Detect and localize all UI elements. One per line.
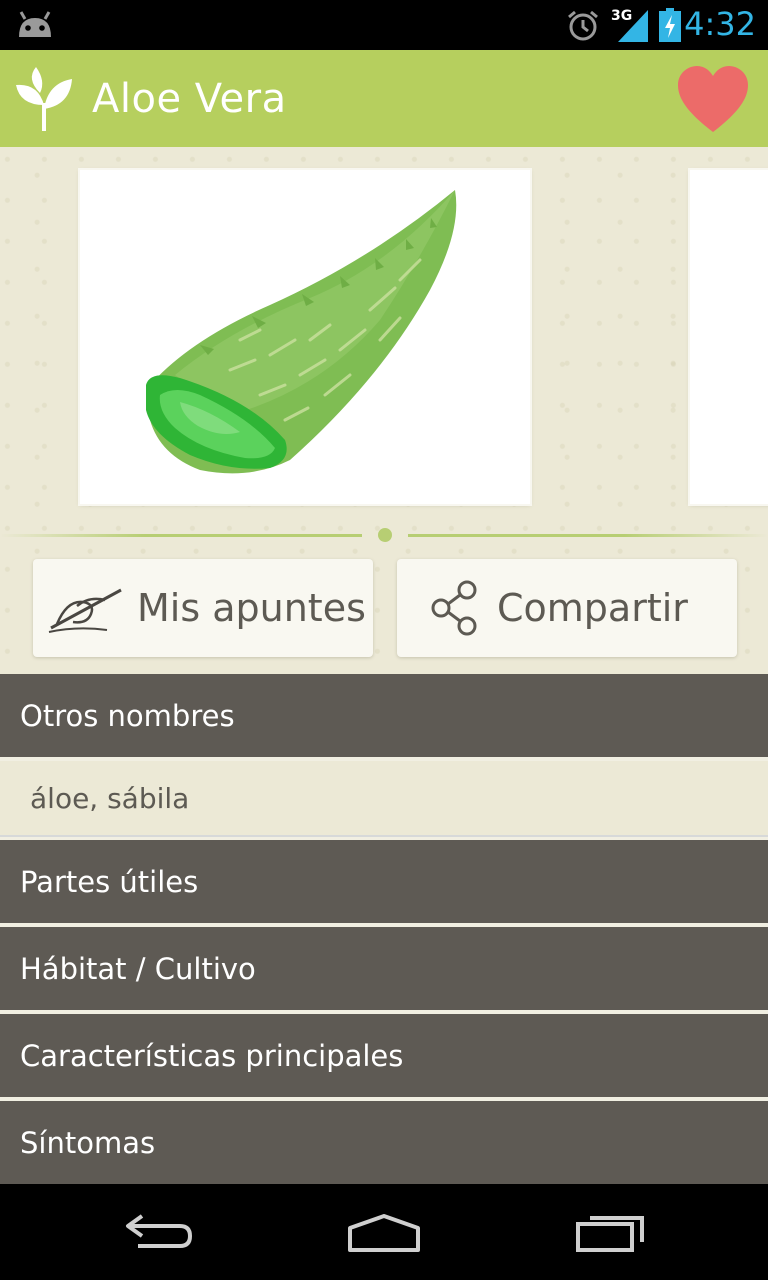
back-icon[interactable] [124,1210,196,1254]
aloe-vera-leaf-image [146,190,457,474]
section-label: Características principales [20,1038,404,1073]
screen: 3G 4:32 Aloe Vera Mis apuntes Compartir … [0,0,768,1280]
battery-charging-icon [659,8,681,42]
section-caracteristicas[interactable]: Características principales [0,1014,768,1097]
section-content-text: áloe, sábila [30,781,190,815]
action-bar: Aloe Vera [0,50,768,147]
plant-image-card[interactable] [80,170,530,504]
pager-line-left [0,534,362,537]
section-label: Partes útiles [20,864,199,899]
section-sintomas[interactable]: Síntomas [0,1101,768,1184]
section-otros-nombres[interactable]: Otros nombres [0,674,768,757]
share-button[interactable]: Compartir [397,559,737,657]
home-icon[interactable] [346,1210,422,1254]
clock: 4:32 [684,5,756,43]
heart-icon[interactable] [676,64,750,134]
sprout-icon[interactable] [14,65,76,133]
pen-writing-icon [48,588,122,633]
alarm-icon [568,10,598,41]
android-debug-icon [19,11,51,37]
my-notes-button[interactable]: Mis apuntes [33,559,373,657]
section-partes-utiles[interactable]: Partes útiles [0,840,768,923]
pager-dot-active [378,528,392,542]
share-label: Compartir [497,586,688,630]
page-title: Aloe Vera [92,76,287,122]
section-otros-nombres-content: áloe, sábila [0,761,768,837]
navigation-bar [0,1184,768,1280]
gallery-pager [0,525,768,545]
section-label: Hábitat / Cultivo [20,951,256,986]
my-notes-label: Mis apuntes [137,586,366,630]
share-icon [431,580,477,636]
pager-line-right [408,534,768,537]
section-habitat-cultivo[interactable]: Hábitat / Cultivo [0,927,768,1010]
section-label: Síntomas [20,1125,156,1160]
plant-header-panel: Mis apuntes Compartir [0,147,768,674]
signal-icon [618,10,648,42]
status-bar: 3G 4:32 [0,0,768,50]
section-label: Otros nombres [20,698,235,733]
next-image-card[interactable] [690,170,768,504]
recent-apps-icon[interactable] [574,1210,648,1254]
